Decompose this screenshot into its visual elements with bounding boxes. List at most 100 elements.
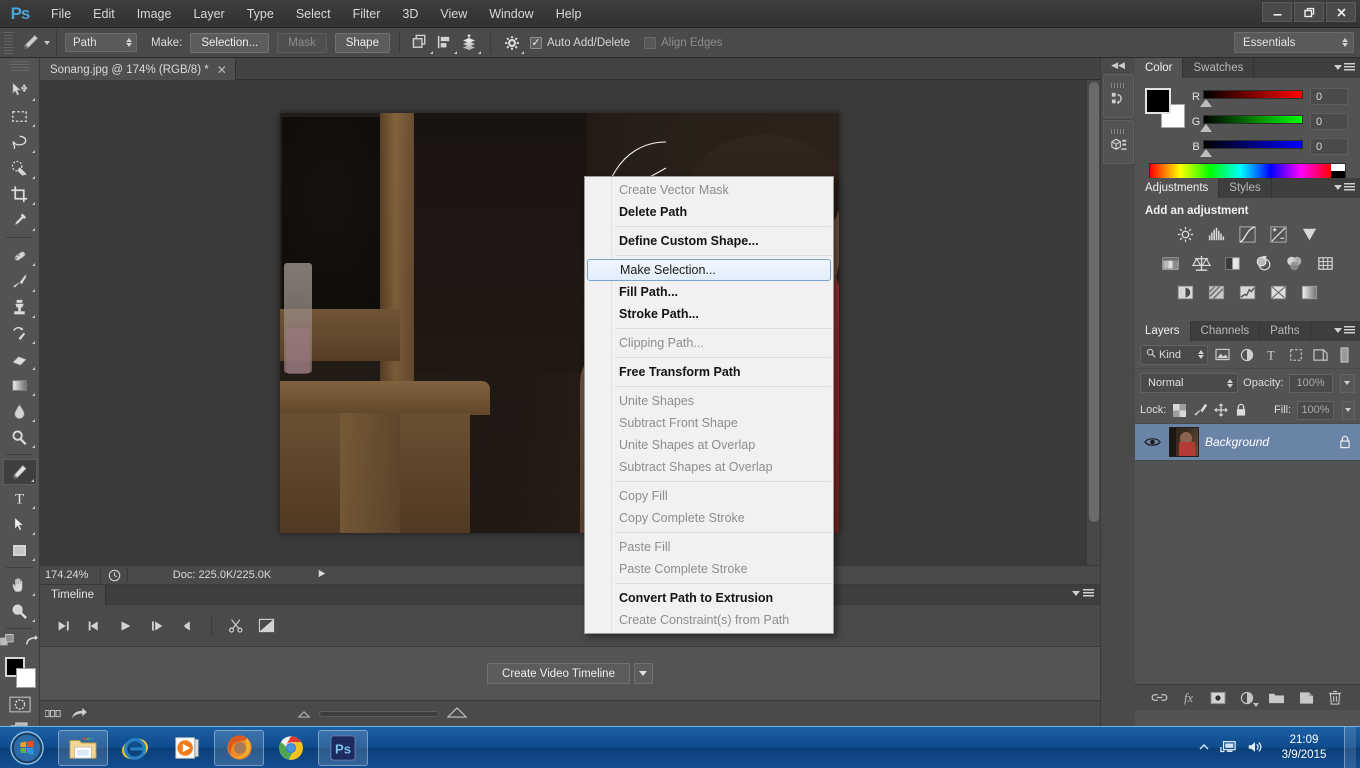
tool-move[interactable]: [3, 77, 37, 103]
minimize-button[interactable]: [1262, 2, 1292, 22]
menu-item-convert-path-to-extrusion[interactable]: Convert Path to Extrusion: [585, 587, 833, 609]
channel-g-track[interactable]: [1203, 114, 1303, 124]
opacity-value[interactable]: 100%: [1288, 373, 1333, 393]
taskbar-clock[interactable]: 21:09 3/9/2015: [1273, 733, 1335, 763]
menu-edit[interactable]: Edit: [82, 2, 126, 26]
filter-shape-icon[interactable]: [1285, 345, 1306, 365]
levels-icon[interactable]: [1205, 224, 1228, 245]
menu-filter[interactable]: Filter: [342, 2, 392, 26]
tool-crop[interactable]: [3, 181, 37, 207]
tool-brush[interactable]: [3, 268, 37, 294]
blend-mode-select[interactable]: Normal: [1140, 373, 1239, 393]
play-arrow-icon[interactable]: [316, 568, 327, 582]
create-video-timeline-button[interactable]: Create Video Timeline: [487, 663, 630, 684]
close-button[interactable]: [1326, 2, 1356, 22]
menu-item-make-selection[interactable]: Make Selection...: [587, 259, 831, 281]
fill-value[interactable]: 100%: [1297, 400, 1334, 420]
hue-saturation-icon[interactable]: [1159, 253, 1182, 274]
collapse-panels-icon[interactable]: ◀◀: [1101, 58, 1135, 72]
tool-preset-picker[interactable]: [17, 29, 57, 56]
tool-rectangular-marquee[interactable]: [3, 103, 37, 129]
menu-select[interactable]: Select: [285, 2, 342, 26]
new-group-icon[interactable]: [1266, 687, 1288, 709]
filter-toggle-icon[interactable]: [1335, 345, 1356, 365]
link-layers-icon[interactable]: [1149, 687, 1171, 709]
lock-transparent-pixels-icon[interactable]: [1172, 401, 1186, 419]
menu-view[interactable]: View: [429, 2, 478, 26]
tab-channels[interactable]: Channels: [1191, 321, 1261, 341]
options-bar-grip[interactable]: [4, 31, 13, 54]
new-fill-adjustment-icon[interactable]: [1236, 687, 1260, 709]
scrollbar-thumb[interactable]: [1089, 82, 1099, 522]
tool-clone-stamp[interactable]: [3, 294, 37, 320]
make-selection-button[interactable]: Selection...: [190, 32, 270, 53]
color-channel-b[interactable]: B 0: [1189, 134, 1352, 159]
network-icon[interactable]: [1219, 739, 1237, 758]
tab-timeline[interactable]: Timeline: [40, 585, 107, 605]
tool-history-brush[interactable]: [3, 320, 37, 346]
transition-icon[interactable]: [251, 611, 282, 641]
opacity-caret-icon[interactable]: [1339, 373, 1355, 393]
3d-panel-icon[interactable]: [1102, 120, 1134, 164]
menu-item-fill-path[interactable]: Fill Path...: [585, 281, 833, 303]
google-chrome-icon[interactable]: [266, 730, 316, 766]
layer-kind-select[interactable]: Kind: [1140, 344, 1208, 365]
tool-eraser[interactable]: [3, 346, 37, 372]
tab-adjustments[interactable]: Adjustments: [1135, 178, 1220, 198]
tool-path-selection[interactable]: [3, 511, 37, 537]
adjustments-panel-menu-icon[interactable]: [1334, 183, 1355, 192]
channel-b-thumb[interactable]: [1200, 148, 1212, 157]
tool-horizontal-type[interactable]: T: [3, 485, 37, 511]
path-context-menu[interactable]: Create Vector Mask Delete Path Define Cu…: [584, 176, 834, 634]
channel-r-value[interactable]: 0: [1310, 88, 1348, 105]
selective-color-icon[interactable]: [1298, 282, 1321, 303]
lock-all-icon[interactable]: [1234, 401, 1248, 419]
play-icon[interactable]: [110, 611, 141, 641]
menu-file[interactable]: File: [40, 2, 82, 26]
show-desktop-button[interactable]: [1344, 727, 1356, 768]
tool-dodge[interactable]: [3, 424, 37, 450]
next-frame-icon[interactable]: [141, 611, 172, 641]
channel-g-thumb[interactable]: [1200, 123, 1212, 132]
path-arrangement-icon[interactable]: [457, 32, 481, 54]
color-lookup-icon[interactable]: [1314, 253, 1337, 274]
channel-r-track[interactable]: [1203, 89, 1303, 99]
path-operations-icon[interactable]: [409, 32, 433, 54]
layer-row-background[interactable]: Background: [1135, 423, 1360, 461]
filter-type-icon[interactable]: T: [1261, 345, 1282, 365]
create-timeline-caret-icon[interactable]: [633, 663, 653, 684]
color-channel-g[interactable]: G 0: [1189, 109, 1352, 134]
firefox-icon[interactable]: [214, 729, 264, 766]
volume-icon[interactable]: [1246, 739, 1264, 758]
toolbox-grip[interactable]: [10, 61, 29, 73]
share-arrow-icon[interactable]: [66, 701, 92, 727]
color-panel-menu-icon[interactable]: [1334, 63, 1355, 72]
menu-window[interactable]: Window: [478, 2, 544, 26]
quick-mask-icon[interactable]: [3, 693, 37, 715]
grid-icon[interactable]: [40, 701, 66, 727]
menu-item-delete-path[interactable]: Delete Path: [585, 201, 833, 223]
layer-style-icon[interactable]: fx: [1178, 687, 1200, 709]
layer-thumbnail[interactable]: [1169, 427, 1199, 457]
layer-visibility-icon[interactable]: [1141, 436, 1163, 448]
channel-g-value[interactable]: 0: [1310, 113, 1348, 130]
layer-name[interactable]: Background: [1205, 435, 1330, 449]
canvas-area[interactable]: [40, 80, 1100, 565]
clock-icon[interactable]: [105, 569, 123, 582]
photoshop-icon[interactable]: Ps: [318, 729, 368, 766]
swap-colors-icon[interactable]: [24, 633, 41, 653]
zoom-level[interactable]: 174.24%: [40, 569, 96, 581]
canvas-vertical-scrollbar[interactable]: [1086, 80, 1100, 565]
tool-pen[interactable]: [2, 459, 37, 485]
menu-3d[interactable]: 3D: [391, 2, 429, 26]
auto-add-delete-checkbox[interactable]: Auto Add/Delete: [529, 36, 630, 49]
menu-item-free-transform-path[interactable]: Free Transform Path: [585, 361, 833, 383]
tab-layers[interactable]: Layers: [1135, 321, 1191, 341]
invert-icon[interactable]: [1174, 282, 1197, 303]
channel-mixer-icon[interactable]: [1283, 253, 1306, 274]
color-spectrum-ramp[interactable]: [1149, 163, 1346, 179]
vibrance-icon[interactable]: [1298, 224, 1321, 245]
history-panel-icon[interactable]: [1102, 74, 1134, 118]
internet-explorer-icon[interactable]: [110, 730, 160, 766]
restore-button[interactable]: [1294, 2, 1324, 22]
